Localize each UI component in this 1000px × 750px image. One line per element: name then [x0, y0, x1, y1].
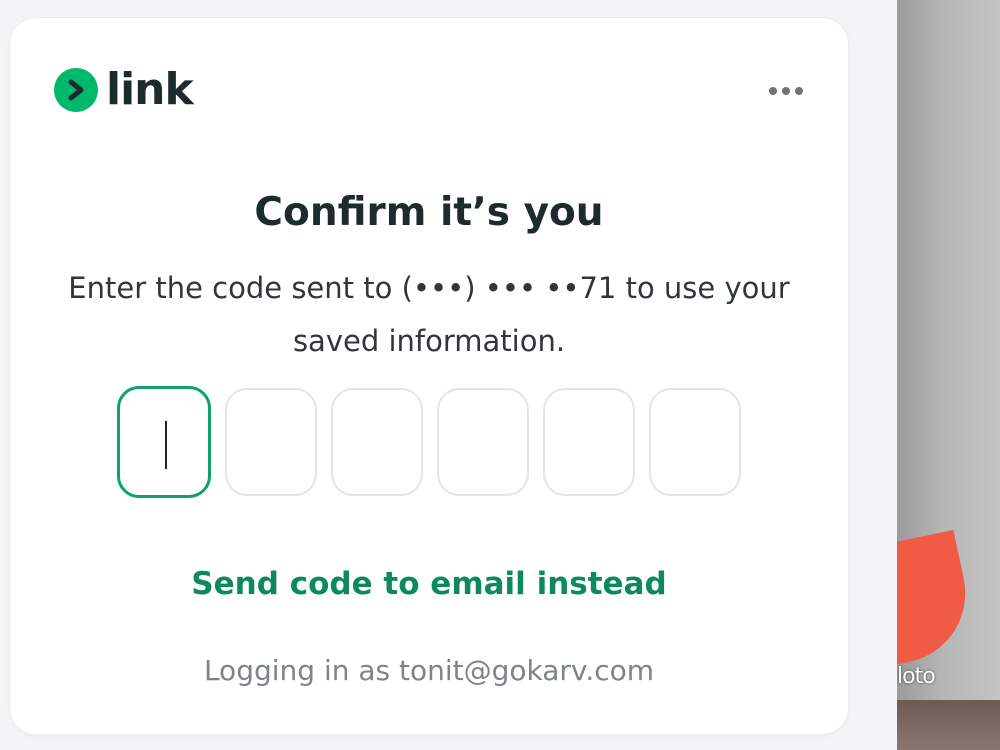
background-photo: loto — [897, 0, 1000, 750]
code-digit-6[interactable] — [649, 388, 741, 496]
link-verification-card: link Confirm it’s you Enter the code sen… — [10, 18, 848, 734]
text-caret — [165, 421, 167, 469]
send-code-to-email-link[interactable]: Send code to email instead — [10, 566, 848, 602]
code-digit-2[interactable] — [225, 388, 317, 496]
logged-in-as-text: Logging in as tonit@gokarv.com — [203, 654, 655, 687]
page: loto link Confirm it’s you Enter the cod… — [0, 0, 1000, 750]
photo-lower-area — [897, 700, 1000, 750]
photo-caption: loto — [897, 664, 936, 689]
code-digit-4[interactable] — [437, 388, 529, 496]
more-options-button[interactable] — [762, 80, 810, 102]
page-title: Confirm it’s you — [254, 190, 604, 235]
chevron-right-icon — [54, 68, 98, 112]
brand-name: link — [106, 64, 194, 115]
code-digit-5[interactable] — [543, 388, 635, 496]
link-logo: link — [54, 64, 194, 115]
photo-red-object — [897, 529, 979, 671]
code-input-group — [116, 386, 741, 498]
code-digit-3[interactable] — [331, 388, 423, 496]
instructions-line-1: Enter the code sent to (•••) ••• ••71 to… — [68, 271, 790, 305]
more-horizontal-icon — [769, 87, 803, 95]
code-digit-1[interactable] — [117, 386, 211, 498]
instructions-line-2: saved information. — [292, 324, 566, 358]
instructions: Enter the code sent to (•••) ••• ••71 to… — [50, 262, 808, 368]
